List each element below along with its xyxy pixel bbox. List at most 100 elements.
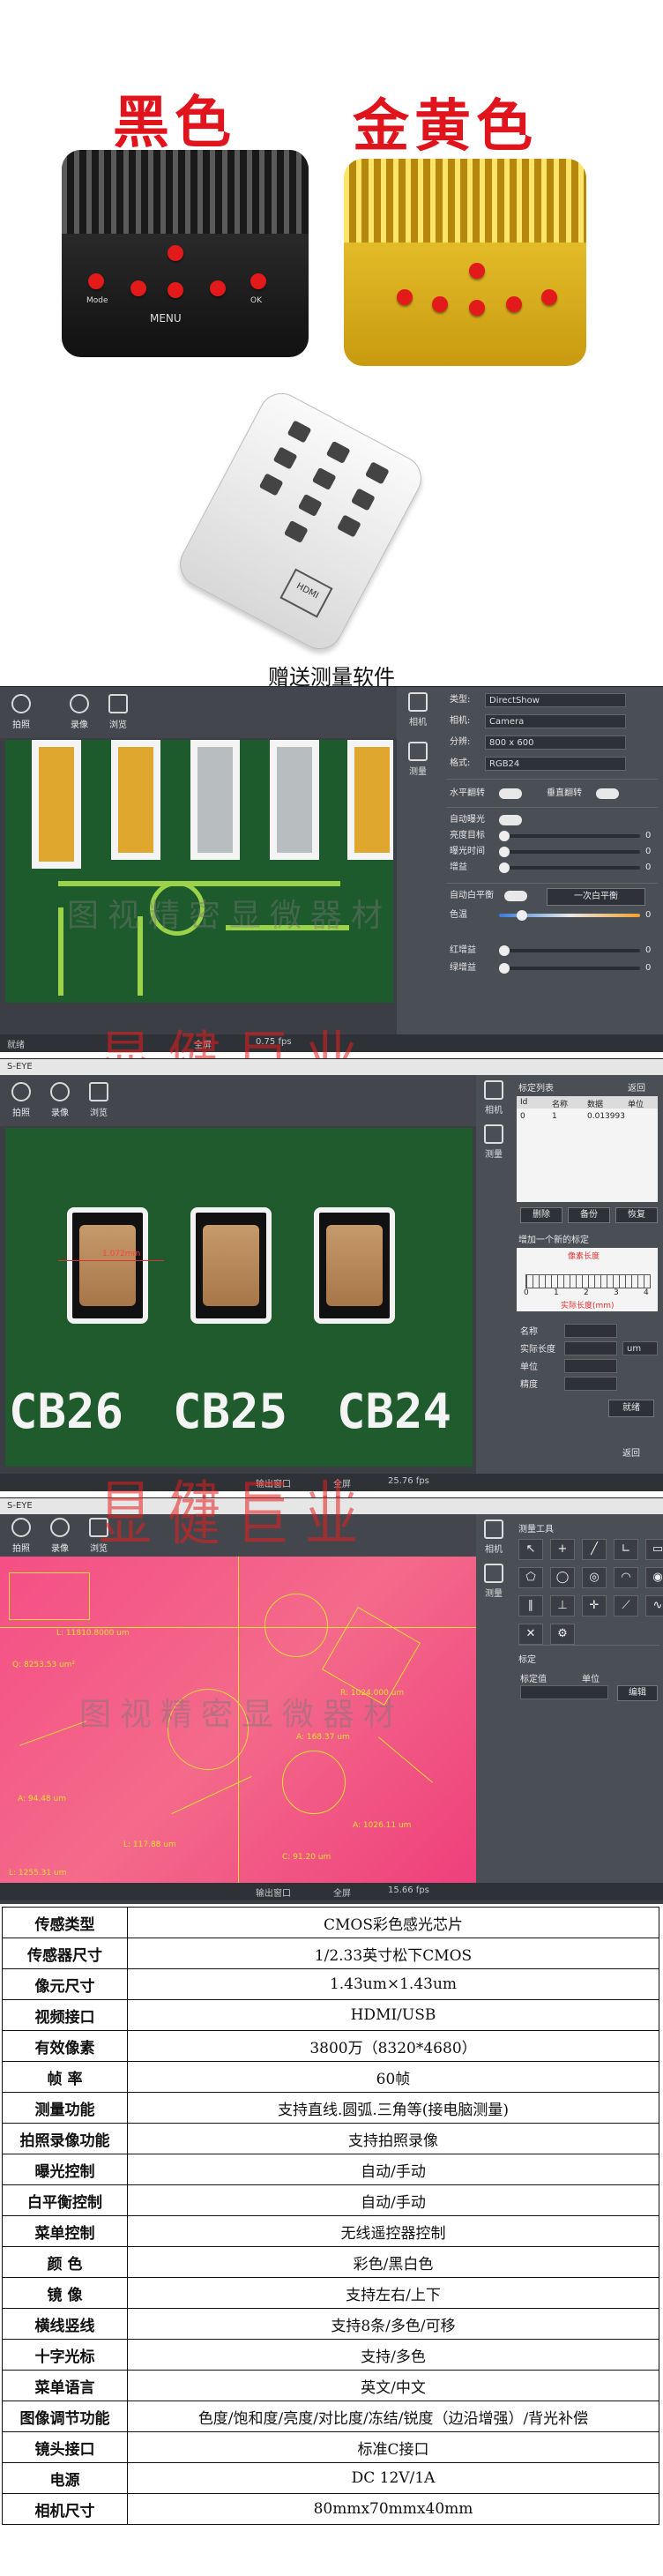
output-window-link[interactable]: 输出窗口 — [256, 1885, 291, 1899]
record-button[interactable]: 录像 — [44, 1516, 76, 1557]
unit-input[interactable] — [564, 1359, 617, 1373]
crosshair-horizontal[interactable] — [0, 1627, 476, 1628]
capture-button[interactable]: 拍照 — [5, 1080, 37, 1121]
measure-line[interactable] — [171, 1775, 252, 1815]
precision-input[interactable] — [564, 1377, 617, 1391]
tab-measure[interactable]: 测量 — [476, 1124, 511, 1160]
panel-header: 标定列表 — [518, 1084, 554, 1094]
measure-label: A: 1026.11 um — [353, 1821, 412, 1830]
spec-value: 彩色/黑白色 — [127, 2246, 659, 2278]
precision-label: 精度 — [520, 1380, 538, 1390]
measure-circle[interactable] — [264, 1594, 328, 1657]
gain-slider[interactable] — [499, 862, 640, 873]
pcb-trace — [58, 907, 63, 996]
software-window-calibration: S-EYE 拍照 录像 浏览 1.072mm CB26 CB25 CB24 相机… — [0, 1058, 663, 1537]
perpendicular-tool-icon[interactable]: ⊥ — [550, 1595, 575, 1617]
line-tool-icon[interactable]: ╱ — [582, 1539, 607, 1560]
polygon-tool-icon[interactable]: ⬠ — [518, 1567, 543, 1588]
measure-circle[interactable] — [282, 1751, 346, 1814]
h-flip-toggle[interactable] — [499, 788, 522, 799]
auto-exposure-toggle[interactable] — [499, 815, 522, 825]
measure-rectangle[interactable] — [9, 1572, 90, 1620]
tab-camera[interactable]: 相机 — [400, 692, 436, 728]
tab-measure[interactable]: 测量 — [400, 742, 436, 777]
gain-label: 增益 — [450, 862, 467, 872]
slider-knob[interactable] — [499, 963, 510, 974]
settings-tool-icon[interactable]: ⚙ — [550, 1624, 575, 1645]
spec-key: 有效像素 — [2, 2030, 128, 2062]
measure-line[interactable] — [58, 1260, 164, 1261]
capture-button[interactable]: 拍照 — [5, 692, 37, 733]
unit-select[interactable]: um — [622, 1341, 658, 1355]
measure-line[interactable] — [378, 1736, 433, 1783]
rect-tool-icon[interactable]: ▭ — [645, 1539, 663, 1560]
spec-value: 英文/中文 — [127, 2370, 659, 2401]
record-button[interactable]: 录像 — [44, 1080, 76, 1121]
slider-knob[interactable] — [499, 862, 510, 873]
auto-wb-toggle[interactable] — [504, 891, 527, 901]
calibration-select[interactable] — [520, 1685, 608, 1699]
measure-line[interactable] — [19, 1721, 86, 1746]
arc-tool-icon[interactable]: ◠ — [614, 1567, 638, 1588]
one-shot-wb-button[interactable]: 一次白平衡 — [547, 888, 645, 906]
spec-row: 像元尺寸 1.43um×1.43um — [2, 1968, 659, 2000]
confirm-button[interactable]: 就绪 — [608, 1400, 654, 1417]
capture-button[interactable]: 拍照 — [5, 1516, 37, 1557]
tab-camera[interactable]: 相机 — [476, 1080, 511, 1116]
menu-label: MENU — [150, 312, 182, 325]
browse-button[interactable]: 浏览 — [102, 692, 134, 733]
real-length-label: 实际长度(mm) — [561, 1302, 615, 1310]
camera-select[interactable]: Camera — [485, 714, 626, 728]
tab-measure[interactable]: 测量 — [476, 1564, 511, 1599]
table-cell[interactable]: 0 — [520, 1112, 525, 1121]
format-select[interactable]: RGB24 — [485, 757, 626, 771]
folder-icon — [108, 694, 128, 713]
resolution-select[interactable]: 800 x 600 — [485, 735, 626, 750]
back-link[interactable]: 返回 — [628, 1080, 645, 1094]
exposure-slider[interactable] — [499, 847, 640, 857]
slider-knob[interactable] — [517, 910, 527, 921]
exposure-value: 0 — [645, 847, 652, 856]
brightness-slider[interactable] — [499, 831, 640, 841]
real-length-input[interactable] — [564, 1341, 617, 1355]
distance-tool-icon[interactable]: ⟋ — [614, 1595, 638, 1617]
curve-tool-icon[interactable]: ∿ — [645, 1595, 663, 1617]
tab-camera[interactable]: 相机 — [476, 1519, 511, 1555]
delete-tool-icon[interactable]: ✕ — [518, 1624, 543, 1645]
slider-knob[interactable] — [499, 945, 510, 956]
spec-key: 拍照录像功能 — [2, 2123, 128, 2154]
backup-button[interactable]: 备份 — [568, 1207, 610, 1223]
record-button[interactable]: 录像 — [63, 692, 95, 733]
circle-3pt-tool-icon[interactable]: ◎ — [582, 1567, 607, 1588]
table-cell[interactable]: 1 — [552, 1112, 557, 1121]
spec-row: 测量功能 支持直线.圆弧.三角等(接电脑测量) — [2, 2092, 659, 2124]
circle-tool-icon[interactable]: ◯ — [550, 1567, 575, 1588]
slider-knob[interactable] — [499, 847, 510, 857]
type-select[interactable]: DirectShow — [485, 693, 626, 707]
ring-tool-icon[interactable]: ◉ — [645, 1567, 663, 1588]
solder-pad — [32, 740, 81, 869]
red-gain-slider[interactable] — [499, 945, 640, 956]
camera-icon — [11, 694, 31, 713]
restore-button[interactable]: 恢复 — [615, 1207, 658, 1223]
edit-button[interactable]: 编辑 — [617, 1685, 658, 1701]
spec-key: 电源 — [2, 2462, 128, 2494]
parallel-tool-icon[interactable]: ∥ — [518, 1595, 543, 1617]
solder-pad — [111, 740, 160, 860]
select-tool-icon[interactable]: ↖ — [518, 1539, 543, 1560]
back-button[interactable]: 返回 — [622, 1445, 640, 1459]
cross-tool-icon[interactable]: + — [550, 1539, 575, 1560]
crosshair-tool-icon[interactable]: ✛ — [582, 1595, 607, 1617]
slider-knob[interactable] — [499, 831, 510, 841]
table-cell[interactable]: 0.013993 — [587, 1112, 625, 1121]
ruler-tick: 3 — [614, 1288, 619, 1297]
name-input[interactable] — [564, 1324, 617, 1338]
fullscreen-link[interactable]: 全屏 — [333, 1885, 351, 1899]
red-button-icon — [130, 280, 146, 296]
v-flip-toggle[interactable] — [596, 788, 619, 799]
delete-button[interactable]: 删除 — [520, 1207, 562, 1223]
color-temp-slider[interactable] — [499, 910, 640, 921]
angle-tool-icon[interactable]: ∟ — [614, 1539, 638, 1560]
browse-button[interactable]: 浏览 — [83, 1080, 115, 1121]
green-gain-slider[interactable] — [499, 963, 640, 974]
